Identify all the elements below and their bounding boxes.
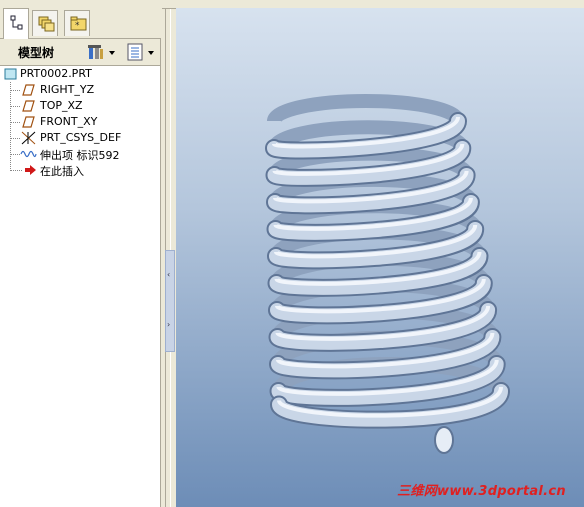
spring-coil-back <box>267 94 465 123</box>
tree-item-label: TOP_XZ <box>40 99 83 112</box>
spring-wire-end <box>434 426 454 454</box>
datum-plane-icon <box>22 84 35 96</box>
tree-show-button[interactable] <box>126 42 158 62</box>
svg-text:*: * <box>75 21 80 31</box>
insert-arrow-icon <box>25 165 36 175</box>
show-icon <box>127 43 154 61</box>
spring-model <box>265 94 510 454</box>
tree-item-label: FRONT_XY <box>40 115 98 128</box>
part-icon <box>4 68 17 80</box>
tab-favorites[interactable]: * <box>64 10 90 36</box>
tree-item-label: 在此插入 <box>40 165 84 178</box>
tab-folder-browser[interactable] <box>32 10 58 36</box>
settings-icon <box>88 45 115 59</box>
datum-plane-icon <box>22 100 35 112</box>
panel-sash[interactable]: ‹ › <box>162 0 176 507</box>
graphics-viewport[interactable]: 三维网www.3dportal.cn <box>176 8 584 507</box>
watermark: 三维网www.3dportal.cn <box>397 484 566 499</box>
datum-plane-icon <box>22 116 35 128</box>
navigator-tab-strip: * <box>0 0 162 39</box>
model-tree-title: 模型树 <box>18 46 55 60</box>
tree-item-label: 伸出项 标识592 <box>40 149 120 162</box>
model-tree-header: 模型树 <box>0 39 162 66</box>
tree-item-label: PRT_CSYS_DEF <box>40 131 122 144</box>
navigator-panel: * 模型树 PRT0002.PRT RIGHT_YZ TOP_XZ FRONT_… <box>0 0 163 507</box>
tree-root-label: PRT0002.PRT <box>20 67 92 80</box>
sash-handle[interactable]: ‹ › <box>165 250 175 352</box>
csys-icon <box>21 131 36 145</box>
tree-settings-button[interactable] <box>87 42 119 62</box>
expand-right-icon[interactable]: › <box>167 321 173 329</box>
tree-item-label: RIGHT_YZ <box>40 83 95 96</box>
collapse-left-icon[interactable]: ‹ <box>167 271 173 279</box>
sweep-feature-icon <box>20 150 37 158</box>
model-tree: PRT0002.PRT RIGHT_YZ TOP_XZ FRONT_XY PRT… <box>0 66 160 507</box>
tree-icon <box>10 15 23 30</box>
favorites-icon: * <box>70 16 87 31</box>
folders-icon <box>38 16 55 32</box>
tab-model-tree[interactable] <box>3 8 29 39</box>
